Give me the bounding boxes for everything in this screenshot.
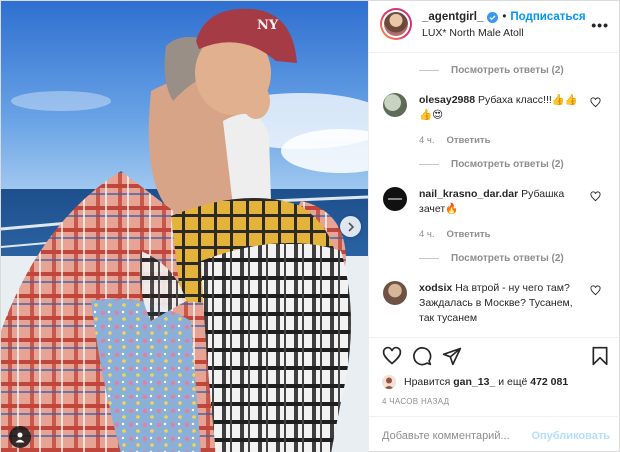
commenter-username[interactable]: nail_krasno_dar.dar	[419, 188, 518, 200]
reply-button[interactable]: Ответить	[447, 135, 491, 146]
user-tag-icon	[15, 432, 25, 443]
comment-meta: 4 ч. Ответить	[419, 135, 490, 146]
user-tags-button[interactable]	[9, 426, 31, 448]
post-actions: Нравится gan_13_ и ещё 472 081 4 ЧАСОВ Н…	[369, 337, 620, 452]
comment-meta: 4 ч. Ответить	[419, 229, 490, 240]
liker-avatar[interactable]	[382, 375, 396, 389]
instagram-post: NY _agentgirl_ • Подписаться LUX* North …	[0, 0, 620, 452]
view-replies-button[interactable]: Посмотреть ответы (2)	[419, 65, 564, 76]
view-replies-button[interactable]: Посмотреть ответы (2)	[419, 159, 564, 170]
action-bar	[382, 346, 610, 368]
post-time[interactable]: 4 ЧАСОВ НАЗАД	[382, 397, 449, 406]
publish-button[interactable]: Опубликовать	[531, 430, 610, 442]
save-bookmark-icon[interactable]	[590, 346, 610, 366]
commenter-avatar[interactable]	[383, 93, 407, 117]
more-options-icon[interactable]: •••	[591, 17, 609, 33]
likes-summary[interactable]: Нравится gan_13_ и ещё 472 081	[382, 375, 568, 389]
follow-button[interactable]: Подписаться	[510, 11, 585, 23]
separator-dot: •	[502, 11, 507, 23]
post-photo[interactable]: NY	[1, 1, 368, 452]
comment-input[interactable]	[382, 429, 532, 442]
comment-time: 4 ч.	[419, 229, 435, 240]
likes-count[interactable]: 472 081	[530, 376, 568, 388]
reply-button[interactable]: Ответить	[447, 229, 491, 240]
photo-scene-image: NY	[1, 1, 368, 452]
verified-badge-icon	[487, 11, 499, 23]
commenter-avatar[interactable]	[383, 281, 407, 305]
liker-username[interactable]: gan_13_	[453, 376, 495, 388]
comment-icon[interactable]	[412, 346, 432, 366]
view-replies-label: Посмотреть ответы (2)	[451, 253, 564, 264]
commenter-avatar[interactable]	[383, 187, 407, 211]
commenter-username[interactable]: xodsix	[419, 282, 452, 294]
comment-item: nail_krasno_dar.dar Рубашка зачет🔥	[383, 187, 611, 217]
next-arrow-icon	[347, 221, 354, 232]
likes-prefix: Нравится	[404, 376, 451, 388]
post-side-panel: _agentgirl_ • Подписаться LUX* North Mal…	[368, 1, 620, 452]
comment-time: 4 ч.	[419, 135, 435, 146]
author-username[interactable]: _agentgirl_	[422, 11, 483, 23]
comment-like-heart-icon[interactable]	[590, 191, 601, 202]
comment-item: xodsix На втрой - ну чего там? Заждалась…	[383, 281, 611, 326]
commenter-username[interactable]: olesay2988	[419, 94, 475, 106]
comment-like-heart-icon[interactable]	[590, 285, 601, 296]
comments-list[interactable]: Посмотреть ответы (2) olesay2988 Рубаха …	[369, 53, 620, 337]
likes-middle: и ещё	[498, 376, 528, 388]
post-header: _agentgirl_ • Подписаться LUX* North Mal…	[369, 1, 620, 53]
view-replies-label: Посмотреть ответы (2)	[451, 65, 564, 76]
heart-icon[interactable]	[382, 346, 402, 366]
svg-text:NY: NY	[257, 18, 279, 33]
comment-like-heart-icon[interactable]	[590, 97, 601, 108]
next-photo-button[interactable]	[340, 216, 361, 237]
comment-item: olesay2988 Рубаха класс!!!👍👍👍😍	[383, 93, 611, 123]
view-replies-label: Посмотреть ответы (2)	[451, 159, 564, 170]
view-replies-button[interactable]: Посмотреть ответы (2)	[419, 253, 564, 264]
add-comment-form: Опубликовать	[369, 416, 620, 452]
author-avatar[interactable]	[380, 8, 412, 40]
share-icon[interactable]	[442, 346, 462, 366]
post-location[interactable]: LUX* North Male Atoll	[422, 27, 586, 39]
